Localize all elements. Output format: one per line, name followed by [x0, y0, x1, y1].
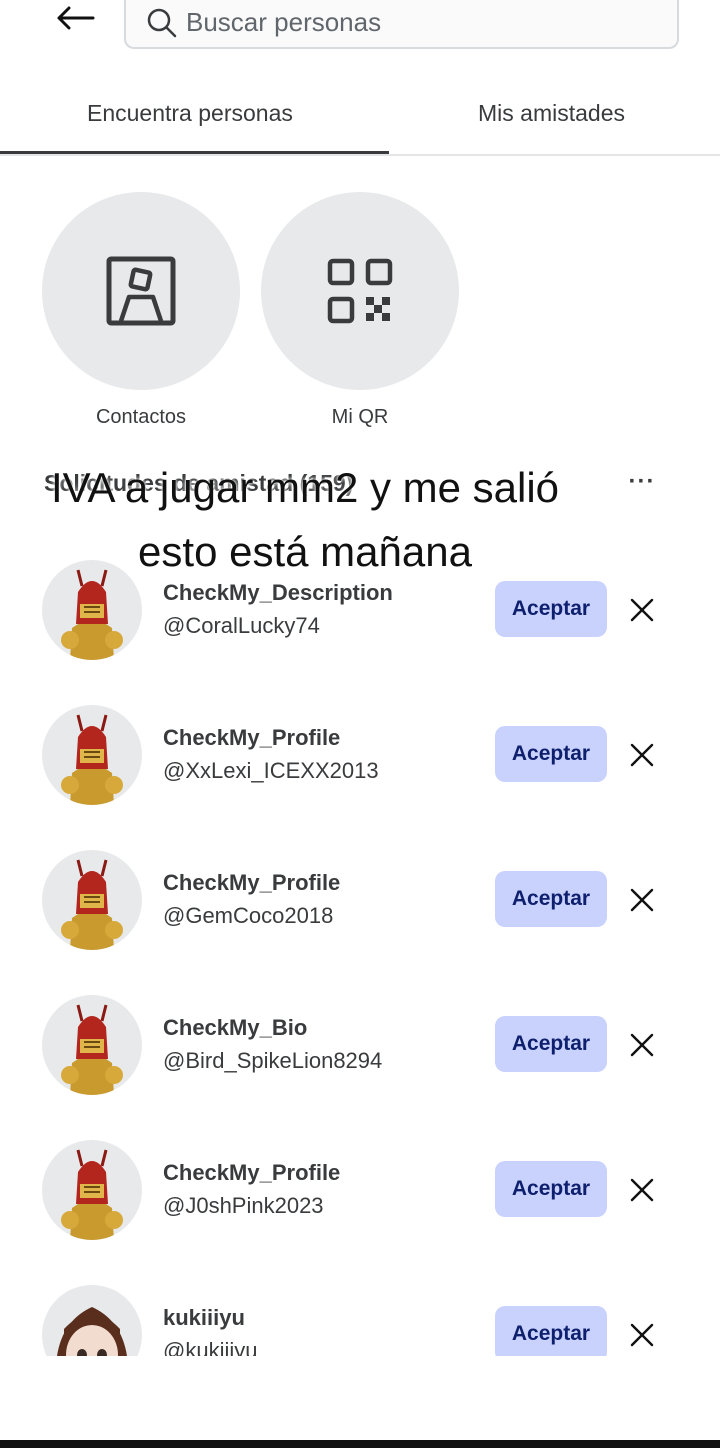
- decline-button[interactable]: [624, 1027, 660, 1063]
- close-icon: [630, 1033, 654, 1057]
- accept-button[interactable]: Aceptar: [495, 1306, 607, 1356]
- active-tab-indicator: [0, 151, 389, 154]
- search-bar[interactable]: [124, 0, 679, 49]
- contacts-button[interactable]: Contactos: [42, 192, 240, 429]
- username: @GemCoco2018: [163, 903, 334, 928]
- display-name: CheckMy_Profile: [163, 870, 341, 895]
- tab-find-people[interactable]: Encuentra personas: [87, 100, 293, 127]
- contacts-label: Contactos: [95, 406, 187, 428]
- display-name: kukiiiyu: [163, 1305, 245, 1330]
- decline-button[interactable]: [624, 1172, 660, 1208]
- friend-request-row: CheckMy_Description @CoralLucky74 Acepta…: [0, 540, 720, 660]
- contact-card-icon: [106, 256, 176, 326]
- back-button[interactable]: [50, 0, 100, 36]
- tab-bar: Encuentra personas Mis amistades: [0, 86, 720, 156]
- knight-avatar-icon: [61, 859, 123, 950]
- avatar[interactable]: [42, 995, 142, 1095]
- username: @XxLexi_ICEXX2013: [163, 758, 379, 783]
- bottom-edge: [0, 1440, 720, 1448]
- close-icon: [630, 1178, 654, 1202]
- overlay-caption-line-1: IVA a jugar mm2 y me salió: [50, 464, 560, 511]
- my-qr-circle: [261, 192, 459, 390]
- display-name: CheckMy_Bio: [163, 1015, 308, 1040]
- search-icon: [147, 8, 177, 37]
- close-icon: [630, 1323, 654, 1347]
- my-qr-button[interactable]: Mi QR: [261, 192, 459, 429]
- decline-button[interactable]: [624, 1317, 660, 1353]
- knight-avatar-icon: [61, 569, 123, 660]
- avatar[interactable]: [42, 560, 142, 660]
- qr-code-icon: [327, 258, 393, 324]
- friend-request-row: CheckMy_Profile @XxLexi_ICEXX2013 Acepta…: [0, 685, 720, 805]
- avatar[interactable]: [42, 1140, 142, 1240]
- my-qr-label: Mi QR: [331, 406, 389, 428]
- friend-request-row: CheckMy_Profile @GemCoco2018 Aceptar: [0, 830, 720, 950]
- more-options-button[interactable]: ···: [626, 468, 658, 498]
- close-icon: [630, 598, 654, 622]
- knight-avatar-icon: [61, 1149, 123, 1240]
- top-bar: [0, 0, 720, 60]
- close-icon: [630, 888, 654, 912]
- decline-button[interactable]: [624, 737, 660, 773]
- friend-request-row: kukiiiyu @kukiiiyu Aceptar: [0, 1265, 720, 1356]
- decline-button[interactable]: [624, 882, 660, 918]
- accept-button[interactable]: Aceptar: [495, 871, 607, 927]
- knight-avatar-icon: [61, 1004, 123, 1095]
- username: @kukiiiyu: [163, 1338, 258, 1356]
- accept-button[interactable]: Aceptar: [495, 581, 607, 637]
- display-name: CheckMy_Profile: [163, 1160, 341, 1185]
- decline-button[interactable]: [624, 592, 660, 628]
- back-arrow-icon: [57, 6, 95, 30]
- username: @CoralLucky74: [163, 613, 320, 638]
- accept-button[interactable]: Aceptar: [495, 1016, 607, 1072]
- knight-avatar-icon: [61, 714, 123, 805]
- username: @J0shPink2023: [163, 1193, 324, 1218]
- friend-request-row: CheckMy_Bio @Bird_SpikeLion8294 Aceptar: [0, 975, 720, 1095]
- accept-button[interactable]: Aceptar: [495, 1161, 607, 1217]
- close-icon: [630, 743, 654, 767]
- accept-button[interactable]: Aceptar: [495, 726, 607, 782]
- friend-request-row: CheckMy_Profile @J0shPink2023 Aceptar: [0, 1120, 720, 1240]
- avatar[interactable]: [42, 705, 142, 805]
- tab-my-friends[interactable]: Mis amistades: [478, 100, 625, 127]
- username: @Bird_SpikeLion8294: [163, 1048, 383, 1073]
- contacts-circle: [42, 192, 240, 390]
- avatar[interactable]: [42, 850, 142, 950]
- display-name: CheckMy_Description: [163, 580, 393, 605]
- avatar[interactable]: [42, 1285, 142, 1356]
- search-input[interactable]: [186, 7, 666, 38]
- girl-avatar-icon: [57, 1307, 127, 1356]
- display-name: CheckMy_Profile: [163, 725, 341, 750]
- friend-request-list: CheckMy_Description @CoralLucky74 Acepta…: [0, 540, 720, 1356]
